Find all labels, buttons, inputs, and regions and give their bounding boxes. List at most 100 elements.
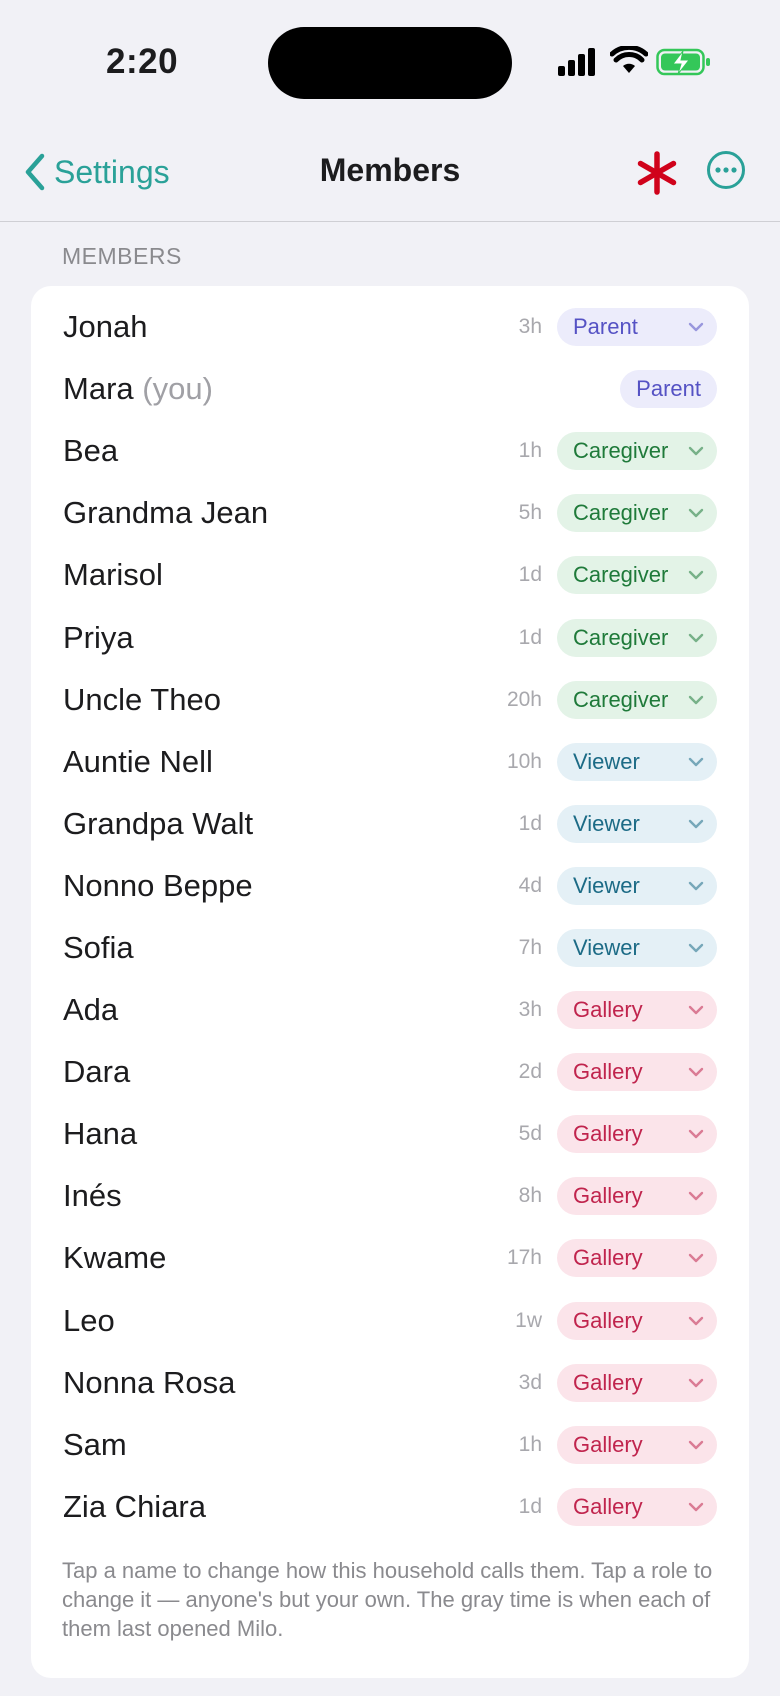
role-dropdown[interactable]: Viewer [557, 804, 717, 843]
role-dropdown[interactable]: Viewer [557, 928, 717, 967]
member-row[interactable]: Ada 3h Gallery [31, 979, 749, 1041]
member-name-text: Bea [63, 433, 119, 469]
role-dropdown[interactable]: Viewer [557, 742, 717, 781]
member-name[interactable]: Grandpa Walt [63, 806, 253, 842]
role-badge: Parent [620, 370, 717, 409]
member-row[interactable]: Nonno Beppe 4d Viewer [31, 855, 749, 917]
member-name[interactable]: Hana [63, 1116, 137, 1152]
chevron-down-icon [688, 943, 704, 953]
member-name[interactable]: Kwame [63, 1240, 166, 1276]
role-dropdown[interactable]: Gallery [557, 1487, 717, 1526]
member-row[interactable]: Auntie Nell 10h Viewer [31, 731, 749, 793]
member-name[interactable]: Bea [63, 433, 118, 469]
member-row[interactable]: Inés 8h Gallery [31, 1165, 749, 1227]
member-row[interactable]: Hana 5d Gallery [31, 1103, 749, 1165]
last-opened-time: 10h [506, 749, 542, 773]
member-name[interactable]: Ada [63, 992, 118, 1028]
member-row[interactable]: Marisol 1d Caregiver [31, 544, 749, 606]
chevron-down-icon [688, 1067, 704, 1077]
role-dropdown[interactable]: Gallery [557, 1115, 717, 1154]
role-dropdown[interactable]: Gallery [557, 1425, 717, 1464]
role-label: Viewer [573, 934, 640, 960]
member-row[interactable]: Leo 1w Gallery [31, 1290, 749, 1352]
last-opened-time: 3d [518, 1370, 542, 1394]
role-dropdown[interactable]: Caregiver [557, 618, 717, 657]
role-dropdown[interactable]: Gallery [557, 991, 717, 1030]
member-name[interactable]: Jonah [63, 309, 147, 345]
role-label: Viewer [573, 872, 640, 898]
member-row[interactable]: Uncle Theo 20h Caregiver [31, 669, 749, 731]
member-name-text: Priya [63, 619, 134, 655]
member-name[interactable]: Inés [63, 1178, 122, 1214]
member-row[interactable]: Nonna Rosa 3d Gallery [31, 1352, 749, 1414]
member-name[interactable]: Priya [63, 620, 134, 656]
member-row[interactable]: Sofia 7h Viewer [31, 917, 749, 979]
member-name[interactable]: Nonna Rosa [63, 1365, 235, 1401]
role-label: Gallery [573, 1059, 643, 1085]
member-name[interactable]: Dara [63, 1054, 130, 1090]
member-row[interactable]: Priya 1d Caregiver [31, 606, 749, 668]
member-name-text: Sofia [63, 929, 134, 965]
role-label: Parent [636, 376, 701, 402]
role-dropdown[interactable]: Gallery [557, 1363, 717, 1402]
role-label: Caregiver [573, 438, 669, 464]
last-opened-time: 1d [518, 563, 542, 587]
member-name[interactable]: Nonno Beppe [63, 868, 253, 904]
role-dropdown[interactable]: Gallery [557, 1053, 717, 1092]
role-dropdown[interactable]: Gallery [557, 1301, 717, 1340]
member-row[interactable]: Zia Chiara 1d Gallery [31, 1476, 749, 1538]
member-name-text: Marisol [63, 557, 163, 593]
member-row[interactable]: Mara (you) Parent [31, 358, 749, 420]
member-name-text: Nonno Beppe [63, 867, 253, 903]
last-opened-time: 1d [518, 1494, 542, 1518]
last-opened-time: 3h [518, 315, 542, 339]
role-dropdown[interactable]: Gallery [557, 1177, 717, 1216]
section-header: MEMBERS [62, 243, 182, 269]
asterisk-icon[interactable] [634, 150, 680, 196]
back-button[interactable]: Settings [24, 148, 170, 196]
member-row[interactable]: Bea 1h Caregiver [31, 420, 749, 482]
member-row[interactable]: Grandma Jean 5h Caregiver [31, 482, 749, 544]
member-row[interactable]: Grandpa Walt 1d Viewer [31, 793, 749, 855]
role-dropdown[interactable]: Viewer [557, 866, 717, 905]
last-opened-time: 20h [506, 687, 542, 711]
role-dropdown[interactable]: Caregiver [557, 680, 717, 719]
member-name[interactable]: Mara (you) [63, 371, 213, 407]
role-label: Gallery [573, 1369, 643, 1395]
role-dropdown[interactable]: Caregiver [557, 494, 717, 533]
member-name[interactable]: Uncle Theo [63, 682, 221, 718]
member-name[interactable]: Grandma Jean [63, 495, 268, 531]
member-name[interactable]: Sofia [63, 930, 134, 966]
member-row[interactable]: Dara 2d Gallery [31, 1041, 749, 1103]
role-dropdown[interactable]: Gallery [557, 1239, 717, 1278]
role-label: Caregiver [573, 624, 669, 650]
member-row[interactable]: Sam 1h Gallery [31, 1414, 749, 1476]
member-name-text: Auntie Nell [63, 743, 213, 779]
chevron-down-icon [688, 509, 704, 518]
member-name-text: Uncle Theo [63, 681, 221, 717]
chevron-down-icon [688, 1440, 704, 1449]
back-label: Settings [54, 153, 170, 190]
member-name-text: Grandpa Walt [63, 805, 254, 841]
member-name[interactable]: Zia Chiara [63, 1489, 206, 1525]
member-name[interactable]: Leo [63, 1303, 115, 1339]
member-name-text: Hana [63, 1116, 138, 1152]
more-icon[interactable] [706, 150, 746, 190]
role-label: Gallery [573, 1431, 643, 1457]
role-label: Caregiver [573, 500, 669, 526]
member-row[interactable]: Kwame 17h Gallery [31, 1227, 749, 1289]
member-name-text: Inés [63, 1178, 122, 1214]
member-name[interactable]: Auntie Nell [63, 744, 213, 780]
dynamic-island [268, 27, 512, 99]
member-row[interactable]: Jonah 3h Parent [31, 296, 749, 358]
chevron-down-icon [688, 447, 704, 456]
last-opened-time: 3h [518, 998, 542, 1022]
last-opened-time: 2d [518, 1060, 542, 1084]
role-dropdown[interactable]: Caregiver [557, 556, 717, 595]
last-opened-time: 4d [518, 873, 542, 897]
role-dropdown[interactable]: Caregiver [557, 432, 717, 471]
last-opened-time: 5h [518, 501, 542, 525]
member-name[interactable]: Sam [63, 1427, 127, 1463]
member-name[interactable]: Marisol [63, 557, 163, 593]
role-dropdown[interactable]: Parent [557, 308, 717, 347]
